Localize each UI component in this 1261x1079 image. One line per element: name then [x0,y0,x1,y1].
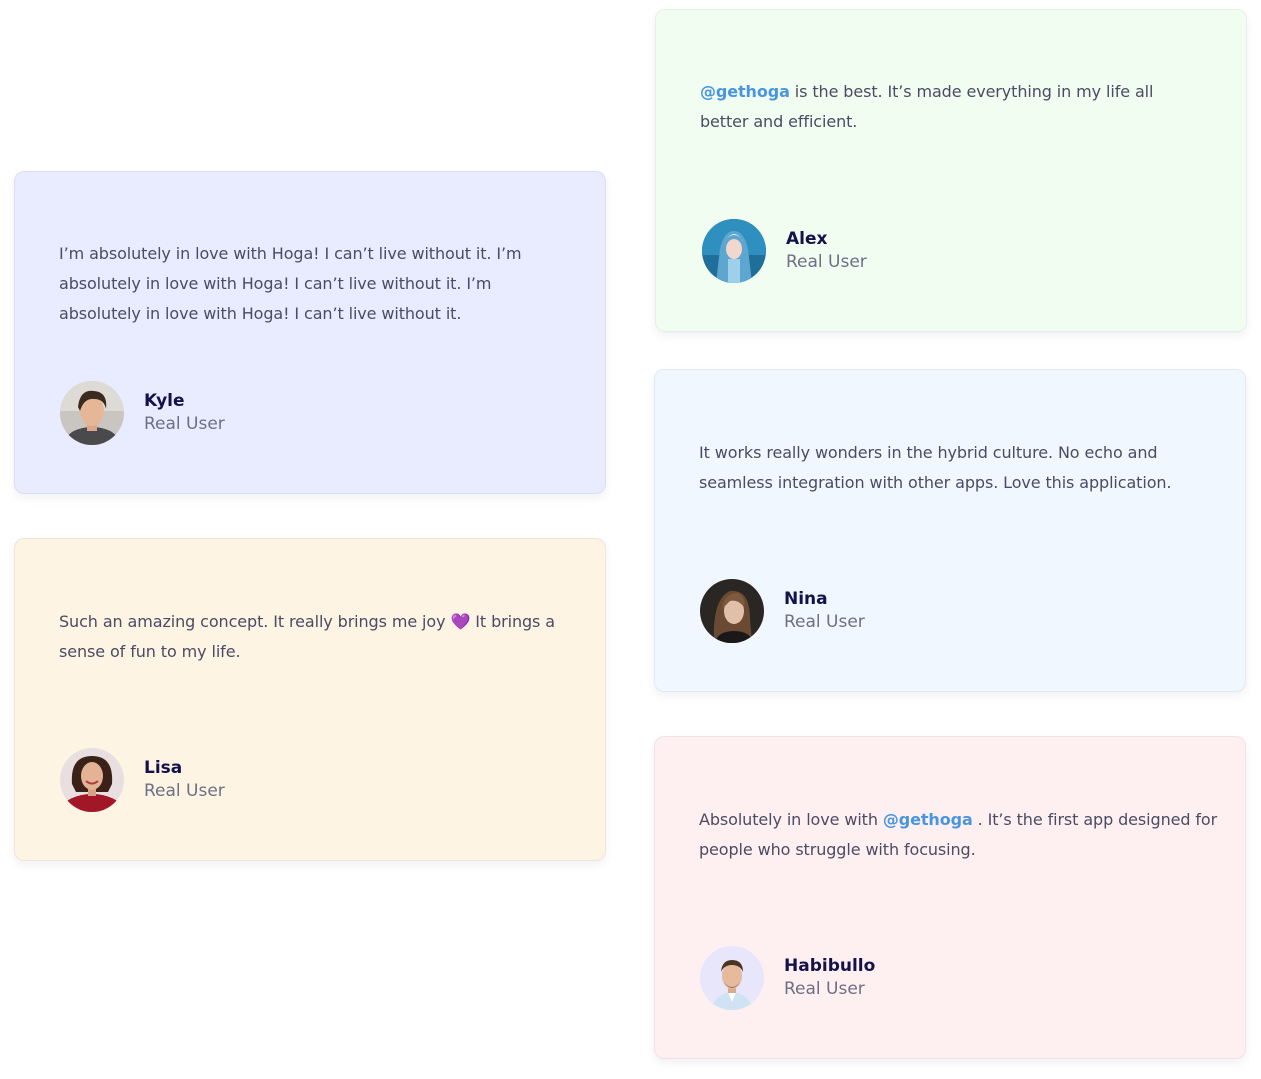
testimonial-author: Lisa Real User [60,748,225,812]
testimonial-author: Habibullo Real User [700,946,875,1010]
author-name: Nina [784,589,828,609]
testimonial-author: Kyle Real User [60,381,225,445]
testimonial-quote: Absolutely in love with @gethoga . It’s … [699,805,1219,865]
quote-text: Absolutely in love with [699,810,883,829]
author-role: Real User [144,414,225,434]
testimonial-card-habibullo: Absolutely in love with @gethoga . It’s … [654,736,1246,1059]
testimonials-grid: I’m absolutely in love with Hoga! I can’… [0,0,1261,1079]
avatar [60,748,124,812]
quote-text: Such an amazing concept. It really bring… [59,612,446,631]
testimonial-quote: It works really wonders in the hybrid cu… [699,443,1172,492]
author-name: Kyle [144,391,185,411]
author-name: Alex [786,229,828,249]
mention-link[interactable]: @gethoga [883,810,973,829]
author-name: Habibullo [784,956,876,976]
author-role: Real User [786,252,867,272]
testimonial-quote: I’m absolutely in love with Hoga! I can’… [59,244,522,323]
author-role: Real User [144,781,225,801]
testimonial-card-lisa: Such an amazing concept. It really bring… [14,538,606,861]
testimonial-author: Nina Real User [700,579,865,643]
avatar [702,219,766,283]
author-role: Real User [784,979,865,999]
avatar [700,946,764,1010]
avatar-nina-image [700,579,764,643]
author-role: Real User [784,612,865,632]
author-name: Lisa [144,758,183,778]
testimonial-card-nina: It works really wonders in the hybrid cu… [654,369,1246,692]
testimonial-quote: @gethoga is the best. It’s made everythi… [700,77,1190,137]
testimonial-card-alex: @gethoga is the best. It’s made everythi… [655,9,1247,332]
avatar-habibullo-image [700,946,764,1010]
testimonial-author: Alex Real User [702,219,867,283]
mention-link[interactable]: @gethoga [700,82,790,101]
avatar [700,579,764,643]
avatar [60,381,124,445]
avatar-alex-image [702,219,766,283]
testimonial-quote: Such an amazing concept. It really bring… [59,607,564,667]
avatar-kyle-image [60,381,124,445]
purple-heart-icon: 💜 [450,612,471,631]
avatar-lisa-image [60,748,124,812]
testimonial-card-kyle: I’m absolutely in love with Hoga! I can’… [14,171,606,494]
